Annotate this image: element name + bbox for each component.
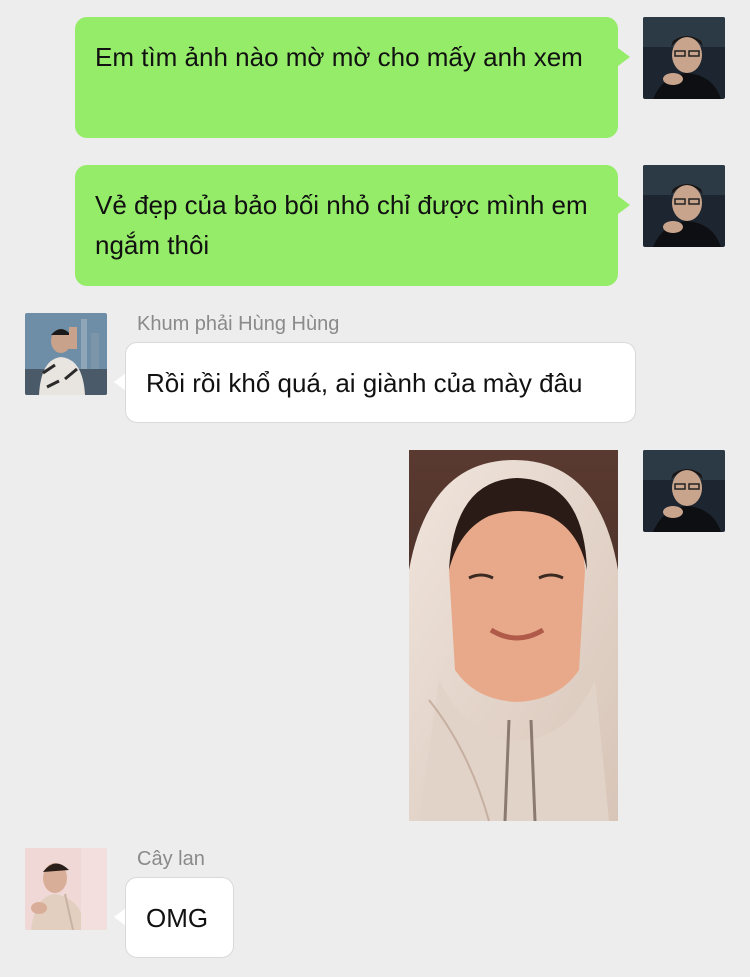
message-bubble-outgoing[interactable]: Em tìm ảnh nào mờ mờ cho mấy anh xem xyxy=(75,17,618,138)
chat-view: Em tìm ảnh nào mờ mờ cho mấy anh xem Vẻ … xyxy=(0,0,750,977)
bubble-tail xyxy=(618,48,630,66)
user-avatar-icon[interactable] xyxy=(643,17,725,99)
message-text: Vẻ đẹp của bảo bối nhỏ chỉ được mình em … xyxy=(95,190,588,260)
message-bubble-incoming[interactable]: OMG xyxy=(125,877,234,958)
message-text: Em tìm ảnh nào mờ mờ cho mấy anh xem xyxy=(95,42,583,72)
photo-message[interactable] xyxy=(409,450,618,821)
message-text: OMG xyxy=(146,903,209,933)
contact-avatar-icon[interactable] xyxy=(25,313,107,395)
user-avatar-icon[interactable] xyxy=(643,450,725,532)
photo-of-smiling-man-in-hoodie xyxy=(409,450,618,821)
sender-name: Cây lan xyxy=(137,848,205,870)
message-bubble-outgoing[interactable]: Vẻ đẹp của bảo bối nhỏ chỉ được mình em … xyxy=(75,165,618,286)
message-text: Rồi rồi khổ quá, ai giành của mày đâu xyxy=(146,368,583,398)
sender-name: Khum phải Hùng Hùng xyxy=(137,313,340,335)
contact-avatar-icon[interactable] xyxy=(25,848,107,930)
user-avatar-icon[interactable] xyxy=(643,165,725,247)
bubble-tail xyxy=(618,196,630,214)
message-bubble-incoming[interactable]: Rồi rồi khổ quá, ai giành của mày đâu xyxy=(125,342,636,423)
